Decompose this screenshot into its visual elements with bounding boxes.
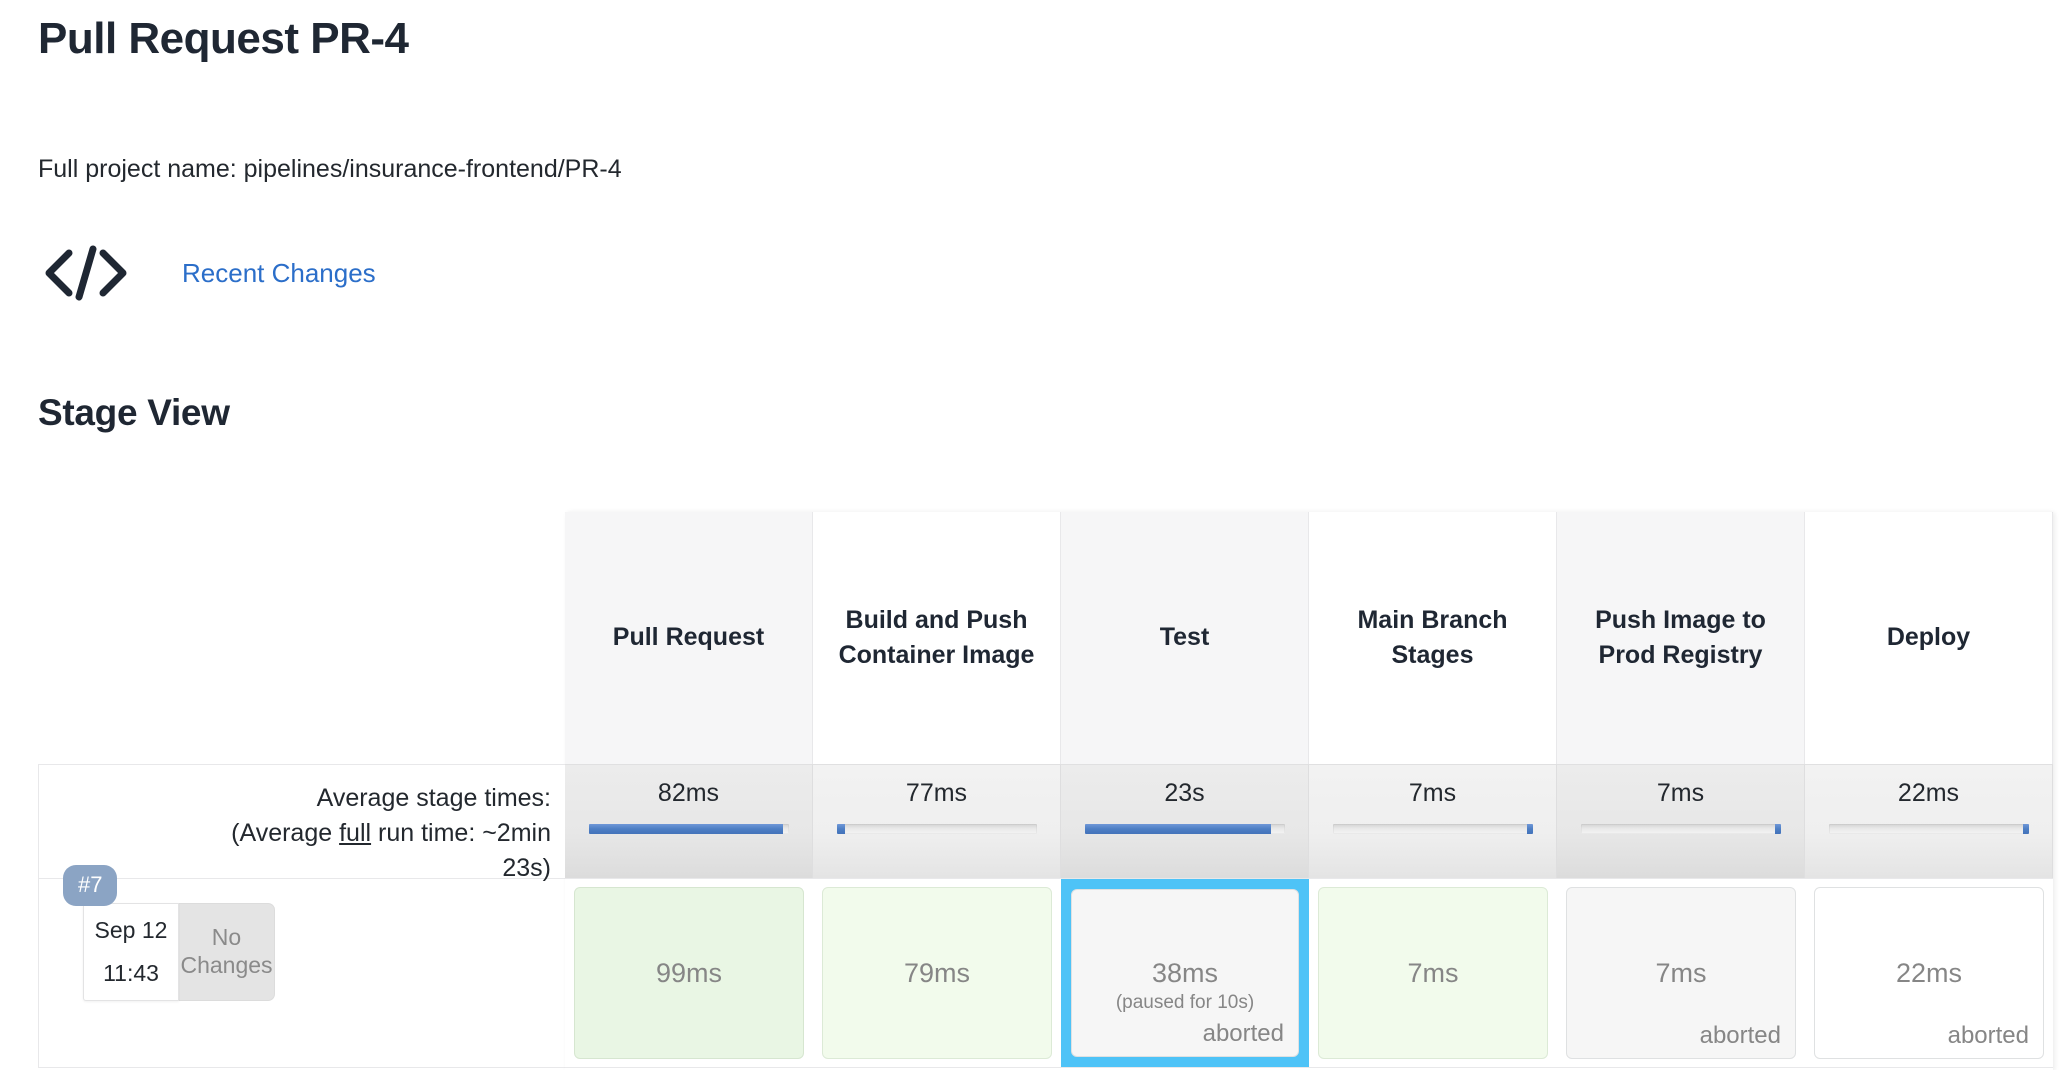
page-title: Pull Request PR-4	[38, 14, 409, 63]
run-cell-deploy[interactable]: 22ms aborted	[1805, 878, 2053, 1068]
stage-cell-box[interactable]: 38ms (paused for 10s) aborted	[1071, 889, 1299, 1057]
stage-header-main-branch-stages[interactable]: Main Branch Stages	[1309, 512, 1557, 764]
stage-cell-time: 79ms	[903, 957, 971, 988]
average-cell-push-image-prod: 7ms	[1557, 764, 1805, 878]
average-bar-fill	[1526, 824, 1533, 834]
average-cell-pull-request: 82ms	[565, 764, 813, 878]
stage-cell-time: 7ms	[1655, 957, 1707, 988]
stage-cell-status: aborted	[1699, 1022, 1781, 1049]
average-stage-times-label: Average stage times: (Average full run t…	[38, 764, 565, 882]
average-full-word[interactable]: full	[339, 819, 371, 847]
run-cell-push-image-prod[interactable]: 7ms aborted	[1557, 878, 1805, 1068]
average-bar-fill	[836, 824, 845, 834]
stage-header-pull-request[interactable]: Pull Request	[565, 512, 813, 764]
run-changes-button[interactable]: No Changes	[179, 903, 275, 1001]
average-cell-deploy: 22ms	[1805, 764, 2053, 878]
header-row-spacer	[38, 512, 565, 764]
average-time-test: 23s	[1164, 779, 1205, 807]
run-cell-test[interactable]: 38ms (paused for 10s) aborted	[1061, 878, 1309, 1068]
average-cell-test: 23s	[1061, 764, 1309, 878]
average-bar-fill	[588, 824, 783, 834]
code-icon	[38, 240, 134, 306]
full-project-name: Full project name: pipelines/insurance-f…	[38, 155, 622, 183]
recent-changes-row: Recent Changes	[38, 240, 376, 306]
average-time-pull-request: 82ms	[657, 779, 720, 807]
selection-highlight: 38ms (paused for 10s) aborted	[1061, 879, 1309, 1067]
stage-cell-time: 7ms	[1407, 957, 1459, 988]
average-bar-fill	[2022, 824, 2029, 834]
stage-cell-time: 38ms	[1151, 957, 1219, 988]
stage-header-push-image-prod[interactable]: Push Image to Prod Registry	[1557, 512, 1805, 764]
average-line-2: (Average full run time: ~2min	[39, 816, 551, 851]
stage-cell-box[interactable]: 22ms aborted	[1814, 887, 2044, 1059]
stage-cell-box[interactable]: 7ms aborted	[1566, 887, 1796, 1059]
average-bar-test	[1084, 824, 1285, 834]
run-cell-main-branch-stages[interactable]: 7ms	[1309, 878, 1557, 1068]
average-prefix: (Average	[231, 819, 340, 847]
run-info-cell: #7 Sep 12 11:43 No Changes	[38, 865, 565, 1068]
stage-header-deploy[interactable]: Deploy	[1805, 512, 2053, 764]
run-summary: Sep 12 11:43 No Changes	[83, 903, 275, 1001]
run-date: Sep 12	[94, 917, 168, 943]
stage-cell-box[interactable]: 99ms	[574, 887, 804, 1059]
stage-grid: Pull Request Build and Push Container Im…	[38, 512, 2053, 1068]
average-suffix: run time: ~2min	[371, 819, 551, 847]
stage-view-table: Pull Request Build and Push Container Im…	[38, 512, 2053, 1070]
average-time-build-and-push: 77ms	[905, 779, 968, 807]
stage-cell-paused-note: (paused for 10s)	[1115, 992, 1255, 1013]
average-bar-main-branch-stages	[1332, 824, 1533, 834]
stage-cell-box[interactable]: 7ms	[1318, 887, 1548, 1059]
recent-changes-link[interactable]: Recent Changes	[182, 258, 376, 289]
average-time-main-branch-stages: 7ms	[1408, 779, 1457, 807]
average-time-push-image-prod: 7ms	[1656, 779, 1705, 807]
average-bar-push-image-prod	[1580, 824, 1781, 834]
stage-cell-box[interactable]: 79ms	[822, 887, 1052, 1059]
stage-cell-time: 22ms	[1895, 957, 1963, 988]
average-line-1: Average stage times:	[316, 784, 551, 812]
stage-header-test[interactable]: Test	[1061, 512, 1309, 764]
average-bar-fill	[1774, 824, 1781, 834]
run-timestamp[interactable]: Sep 12 11:43	[83, 903, 179, 1001]
run-cell-pull-request[interactable]: 99ms	[565, 878, 813, 1068]
run-time: 11:43	[103, 960, 159, 986]
average-line-3: 23s)	[502, 854, 551, 882]
average-bar-pull-request	[588, 824, 789, 834]
stage-cell-status: aborted	[1202, 1020, 1284, 1047]
average-cell-main-branch-stages: 7ms	[1309, 764, 1557, 878]
stage-view-page: Pull Request PR-4 Full project name: pip…	[0, 0, 2064, 1070]
average-time-deploy: 22ms	[1897, 779, 1960, 807]
build-number-badge[interactable]: #7	[63, 865, 118, 906]
average-bar-fill	[1084, 824, 1271, 834]
stage-cell-status: aborted	[1947, 1022, 2029, 1049]
stage-view-heading: Stage View	[38, 392, 230, 433]
stage-cell-time: 99ms	[655, 957, 723, 988]
average-bar-build-and-push	[836, 824, 1037, 834]
stage-header-build-and-push[interactable]: Build and Push Container Image	[813, 512, 1061, 764]
run-cell-build-and-push[interactable]: 79ms	[813, 878, 1061, 1068]
average-bar-deploy	[1828, 824, 2029, 834]
average-cell-build-and-push: 77ms	[813, 764, 1061, 878]
